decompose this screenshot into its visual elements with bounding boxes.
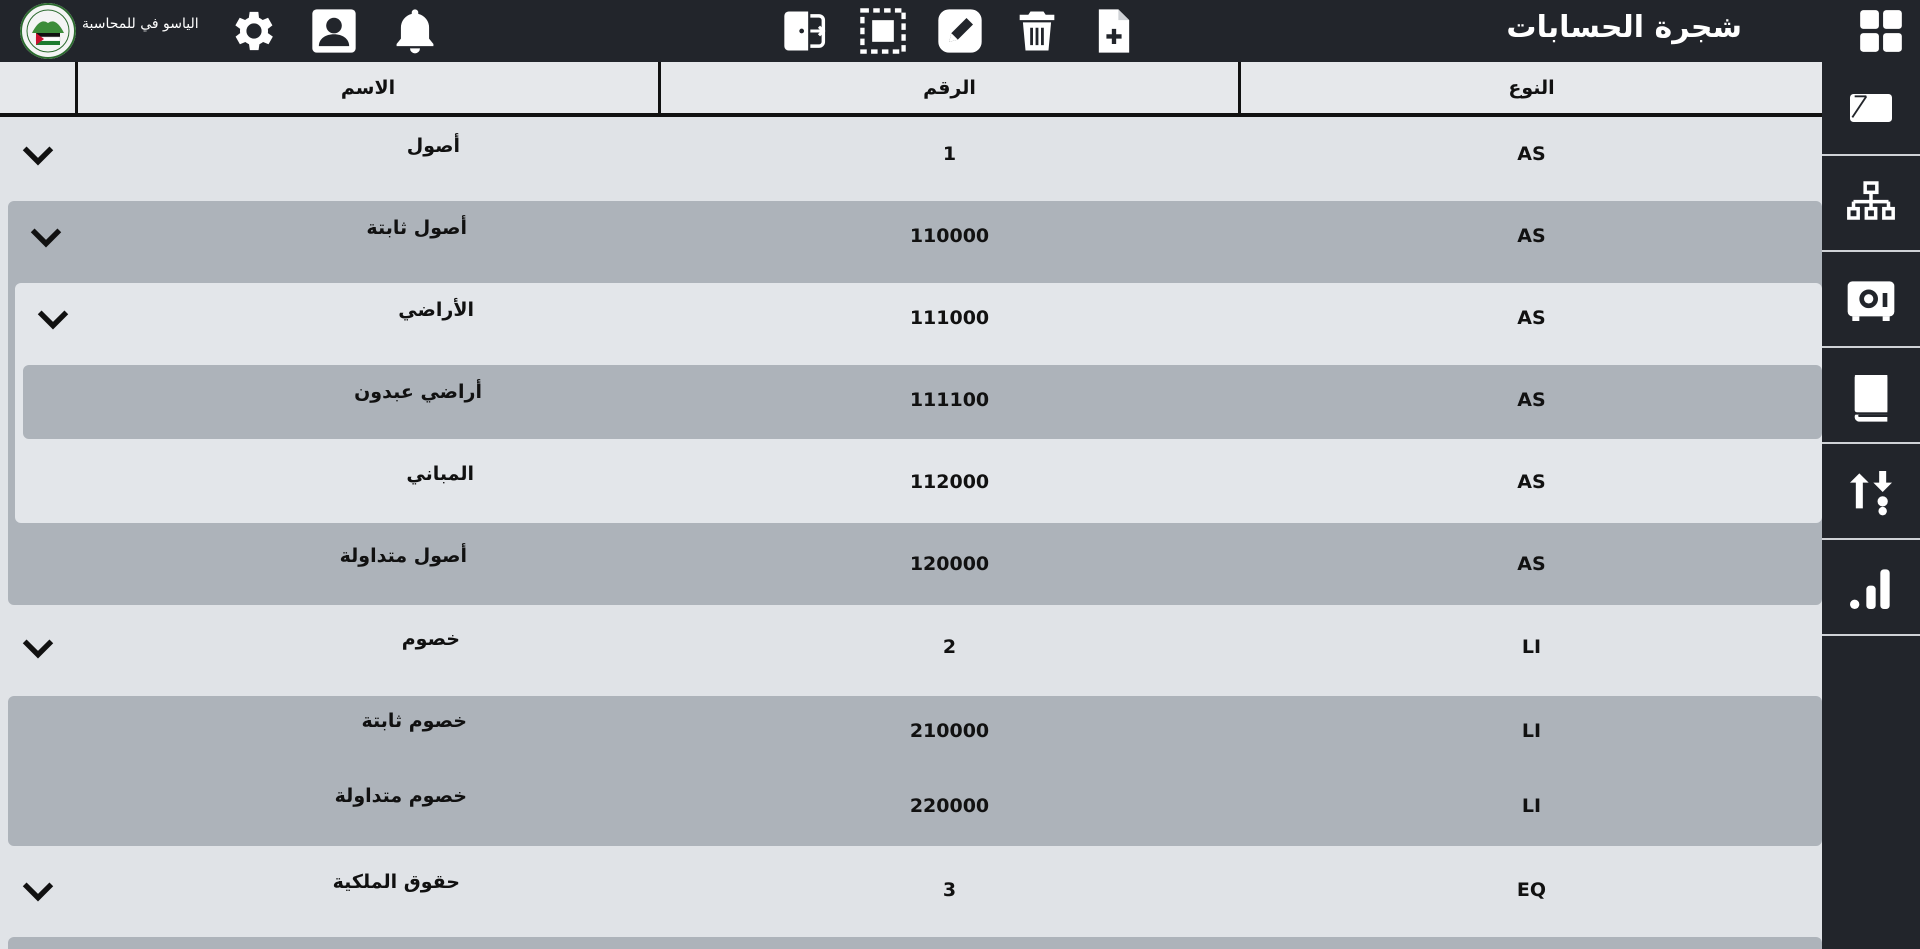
edit-icon[interactable] [934,5,986,57]
account-number: 2 [942,636,957,658]
account-number: 110000 [909,225,990,247]
column-divider [1238,62,1241,117]
table-row[interactable]: أصول ثابتة 110000 AS [0,201,1822,271]
account-type: AS [1517,225,1546,247]
table-row[interactable]: أراضي عبدون 111100 AS [0,365,1822,435]
chevron-down-icon[interactable] [18,628,58,668]
account-type: AS [1517,389,1546,411]
account-name: أصول [406,135,460,157]
chevron-down-icon[interactable] [26,217,66,257]
trash-icon[interactable] [1011,5,1063,57]
account-name: الأراضي [398,299,474,321]
table-row[interactable]: أصول 1 AS [0,119,1822,189]
company-name: الياسو في للمحاسبة [82,16,199,32]
table-row[interactable]: المباني 112000 AS [0,447,1822,517]
account-name: خصوم [401,628,460,650]
user-icon[interactable] [308,5,360,57]
account-number: 111100 [909,389,990,411]
table-row[interactable]: خصوم متداولة 220000 LI [0,771,1822,841]
table-header: الاسم الرقم النوع [0,62,1822,117]
account-tree-icon[interactable] [1822,158,1920,252]
account-type: LI [1521,720,1542,742]
table-row[interactable]: الأراضي 111000 AS [0,283,1822,353]
accounts-tree-table: الاسم الرقم النوع أصول 1 AS أصول ثابتة 1… [0,62,1822,949]
page-title: شجرة الحسابات [1506,10,1742,45]
account-type: AS [1517,307,1546,329]
gear-icon[interactable] [228,5,280,57]
apps-grid-icon[interactable] [1842,0,1920,62]
account-name: خصوم متداولة [334,785,467,807]
account-type: EQ [1516,879,1547,901]
account-number: 220000 [909,795,990,817]
account-type: LI [1521,636,1542,658]
table-row[interactable]: أصول متداولة 120000 AS [0,529,1822,599]
column-header-type[interactable]: النوع [1241,62,1822,113]
account-type: AS [1517,143,1546,165]
transfer-icon[interactable] [1822,446,1920,540]
account-name: أراضي عبدون [354,381,482,403]
bell-icon[interactable] [389,5,441,57]
column-header-number[interactable]: الرقم [661,62,1238,113]
exit-icon[interactable] [780,5,832,57]
group-band-equity [8,937,1822,949]
chevron-down-icon[interactable] [18,871,58,911]
account-type: LI [1521,795,1542,817]
reports-chart-icon[interactable] [1822,542,1920,636]
account-number: 120000 [909,553,990,575]
chevron-down-icon[interactable] [18,135,58,175]
table-row[interactable]: حقوق الملكية 3 EQ [0,855,1822,925]
account-type: AS [1517,471,1546,493]
account-number: 111000 [909,307,990,329]
column-divider [75,62,78,117]
account-number: 210000 [909,720,990,742]
select-icon[interactable] [857,5,909,57]
account-name: أصول متداولة [339,545,467,567]
column-divider [658,62,661,117]
account-name: أصول ثابتة [366,217,467,239]
account-number: 1 [942,143,957,165]
side-navigation [1822,62,1920,949]
table-row[interactable]: خصوم 2 LI [0,612,1822,682]
account-number: 112000 [909,471,990,493]
account-number: 3 [942,879,957,901]
account-name: حقوق الملكية [332,871,460,893]
company-logo [20,3,76,59]
cash-box-icon[interactable] [1822,254,1920,348]
add-file-icon[interactable] [1088,5,1140,57]
column-header-name[interactable]: الاسم [78,62,658,113]
vouchers-icon[interactable] [1822,62,1920,156]
ledger-book-icon[interactable] [1822,350,1920,444]
account-name: خصوم ثابتة [361,710,467,732]
account-name: المباني [406,463,474,485]
top-bar: الياسو في للمحاسبة شجرة الحسابات [0,0,1920,62]
account-type: AS [1517,553,1546,575]
chevron-down-icon[interactable] [33,299,73,339]
table-row[interactable]: خصوم ثابتة 210000 LI [0,696,1822,766]
